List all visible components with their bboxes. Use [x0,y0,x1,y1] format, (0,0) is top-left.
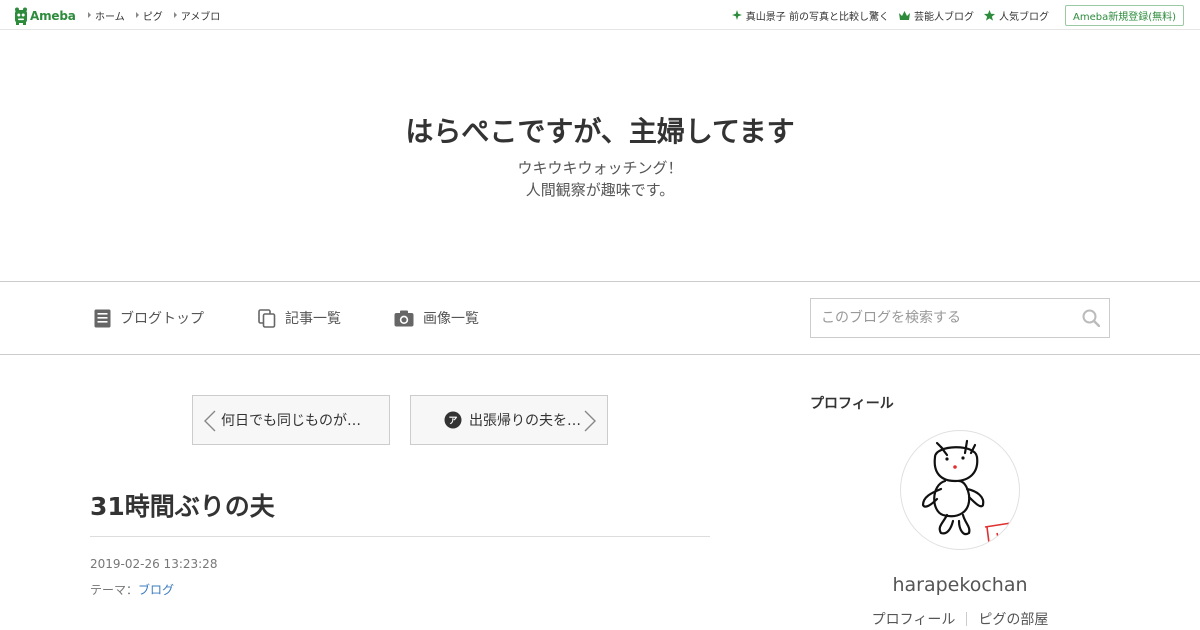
nav-label: 画像一覧 [423,311,479,327]
article-theme: テーマ：ブログ [90,581,174,598]
camera-icon [394,310,414,326]
global-nav-label: アメブロ [180,11,221,23]
crown-icon [898,10,910,20]
blog-header: はらぺこですが、主婦してます ウキウキウォッチング！ 人間観察が趣味です。 [0,30,1200,281]
article-date: 2019-02-26 13:23:28 [90,557,218,571]
trending-link-label: 真山景子 前の写真と比較し驚く [745,11,889,23]
celebrity-blog-link[interactable]: 芸能人ブログ [898,8,974,23]
global-nav-label: ホーム [95,11,125,23]
blog-nav: ブログトップ 記事一覧 画像一覧 [0,281,1200,355]
triangle-right-icon [173,12,177,18]
chevron-left-icon [204,410,216,432]
search-input[interactable] [811,299,1073,337]
next-article-button[interactable]: ア 出張帰りの夫を… [410,395,608,445]
logo-text: Ameba [30,8,76,23]
chevron-right-icon [584,410,596,432]
article-theme-link[interactable]: ブログ [138,583,174,597]
blog-description-line: ウキウキウォッチング！ [517,159,683,177]
global-right-links: 真山景子 前の写真と比較し驚く 芸能人ブログ 人気ブログ Ameba新規登録(無… [722,0,1184,30]
document-icon [94,309,111,327]
copy-icon [258,308,276,328]
global-nav: ホーム ピグ アメブロ [88,0,231,30]
avatar-drawing [921,439,1012,544]
register-button[interactable]: Ameba新規登録(無料) [1064,4,1184,26]
global-nav-amebro[interactable]: アメブロ [173,8,221,23]
blog-description: ウキウキウォッチング！ 人間観察が趣味です。 [0,157,1200,201]
divider [966,612,968,626]
popular-blog-link[interactable]: 人気ブログ [983,8,1049,23]
ameba-badge-icon: ア [444,411,462,429]
profile-link[interactable]: プロフィール [872,609,956,629]
global-header: Ameba ホーム ピグ アメブロ 真山景子 前の写真と比較し驚く 芸能人ブログ… [0,0,1200,30]
nav-article-list[interactable]: 記事一覧 [258,308,341,328]
star-icon [983,9,995,21]
prev-article-label: 何日でも同じものが… [221,413,361,429]
popular-blog-label: 人気ブログ [998,11,1049,23]
article-divider [90,536,710,537]
nav-image-list[interactable]: 画像一覧 [394,308,479,328]
nav-blog-top[interactable]: ブログトップ [94,308,204,328]
prev-article-button[interactable]: 何日でも同じものが… [192,395,390,445]
global-nav-pigg[interactable]: ピグ [135,8,163,23]
trending-link[interactable]: 真山景子 前の写真と比較し驚く [731,8,889,23]
article-title[interactable]: 31時間ぶりの夫 [90,487,275,523]
blog-search [810,298,1110,338]
triangle-right-icon [135,12,139,18]
svg-text:ア: ア [448,416,457,427]
article-theme-label: テーマ： [90,583,139,597]
profile-links: プロフィール ピグの部屋 [810,609,1110,629]
nav-label: ブログトップ [120,311,204,327]
sparkle-icon [731,10,742,20]
ameba-logo[interactable]: Ameba [14,6,76,25]
profile-name[interactable]: harapekochan [810,574,1110,596]
blog-title[interactable]: はらぺこですが、主婦してます [0,110,1200,150]
global-nav-home[interactable]: ホーム [88,8,125,23]
nav-label: 記事一覧 [285,311,341,327]
blog-description-line: 人間観察が趣味です。 [525,181,675,199]
next-article-label: 出張帰りの夫を… [469,413,581,429]
celebrity-blog-label: 芸能人ブログ [913,11,974,23]
ameba-logo-icon [15,7,27,25]
search-button[interactable] [1073,309,1109,327]
triangle-right-icon [88,12,91,18]
pigg-room-link[interactable]: ピグの部屋 [978,609,1048,629]
global-nav-label: ピグ [142,11,163,23]
profile-heading: プロフィール [810,396,894,412]
search-icon [1082,309,1100,327]
avatar[interactable] [900,430,1020,550]
